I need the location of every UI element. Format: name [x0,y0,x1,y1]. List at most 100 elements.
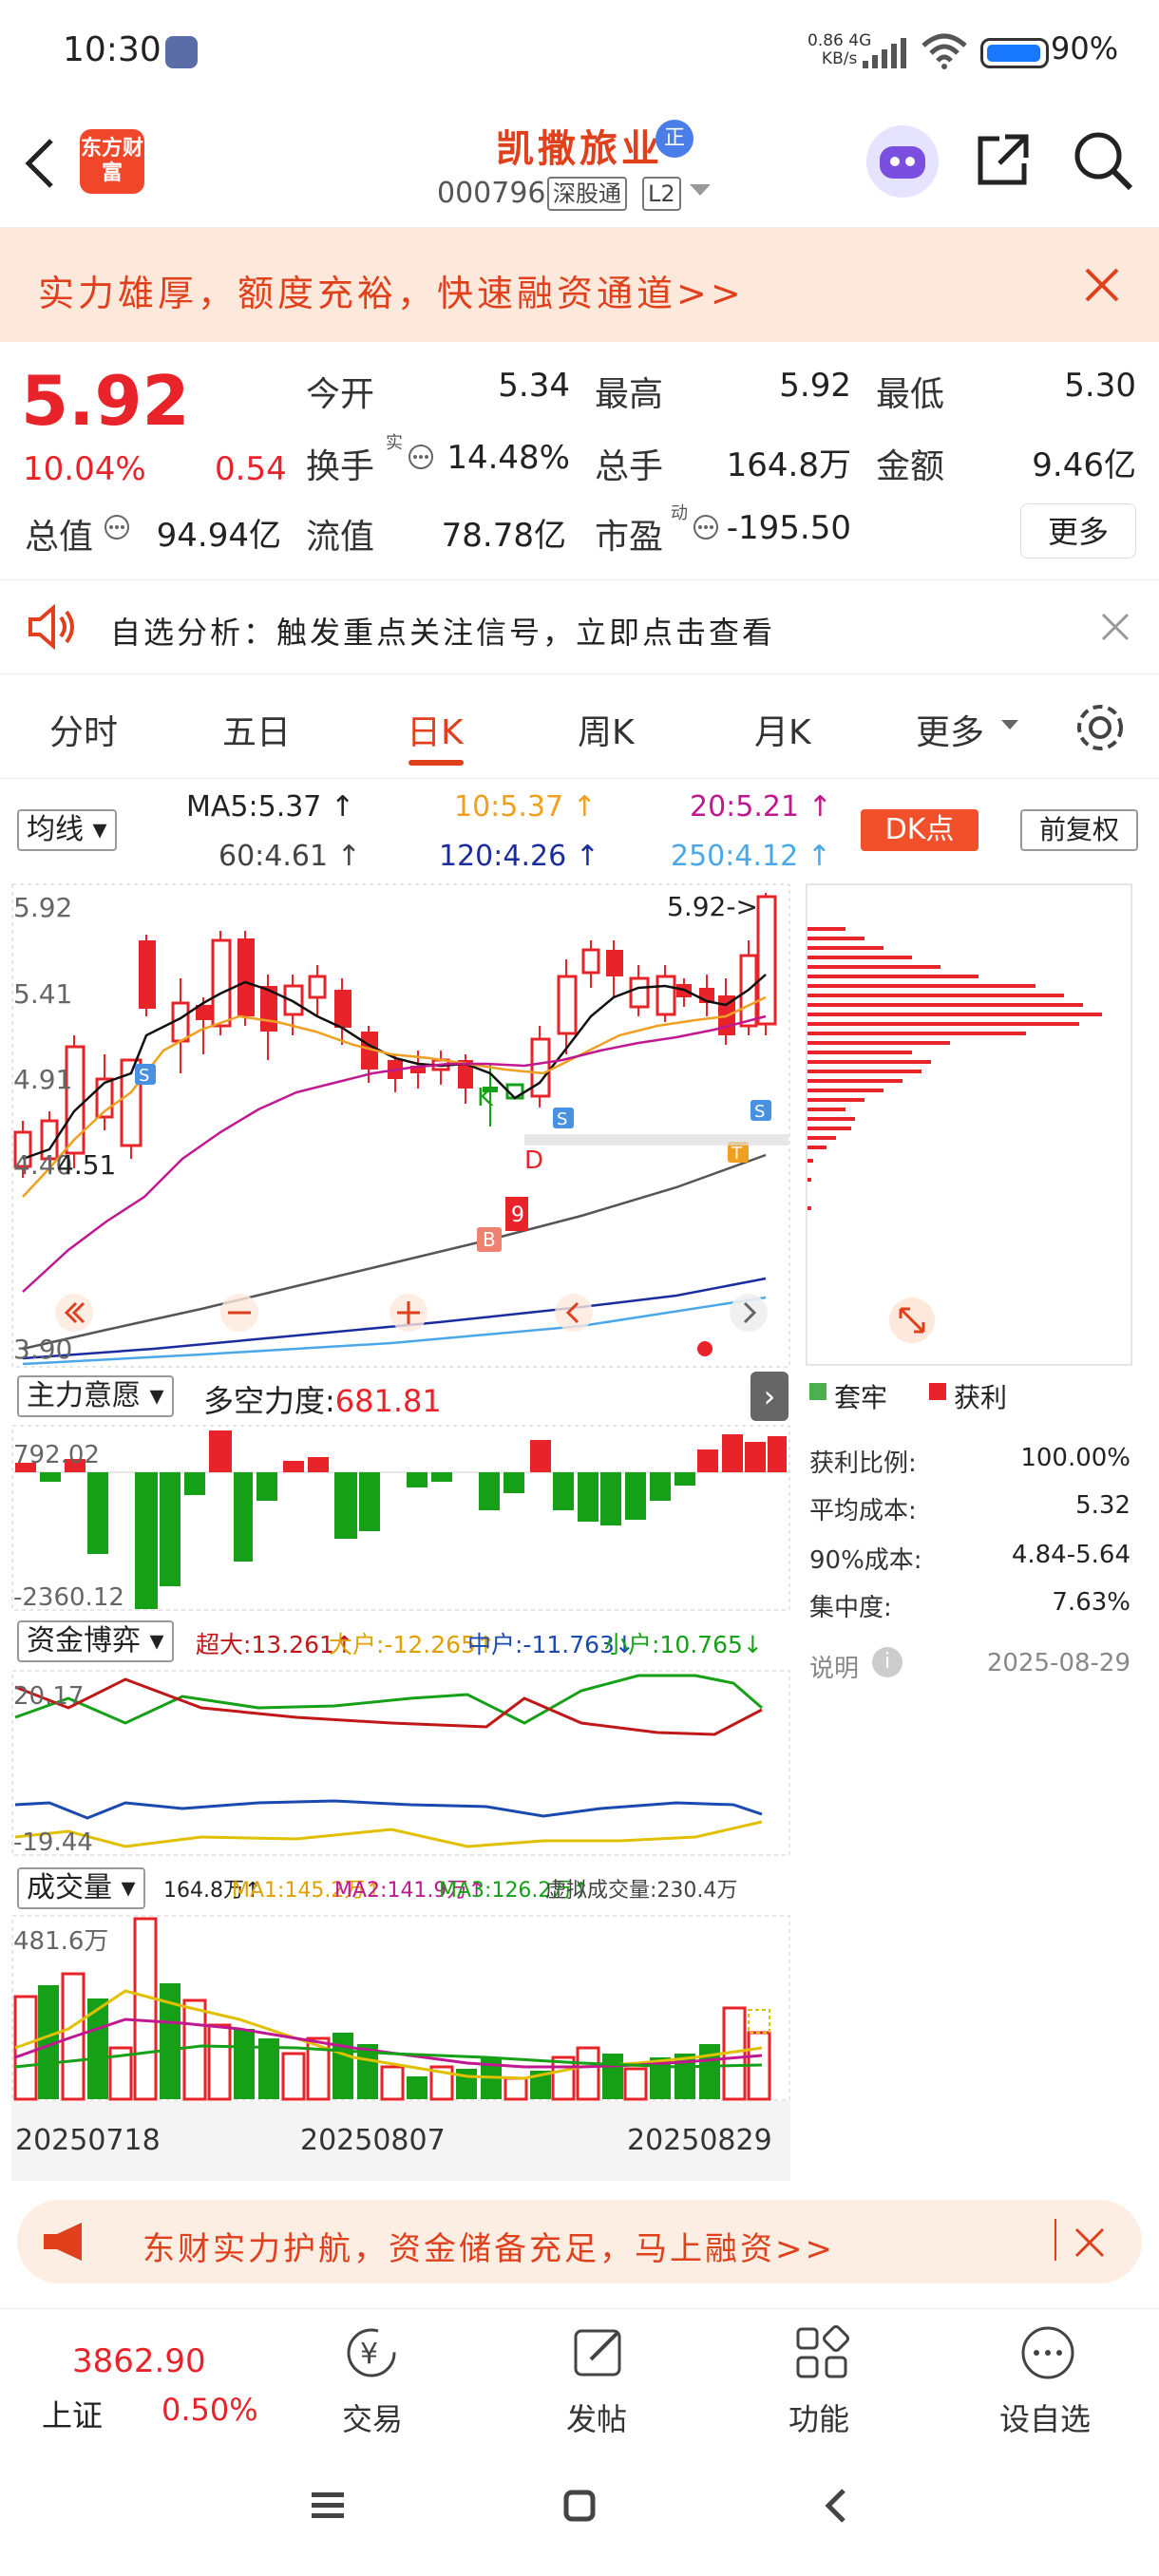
wifi-icon [922,33,967,69]
rewind-icon[interactable] [53,1292,95,1334]
profit-legend-swatch [929,1383,946,1400]
funds-chart[interactable]: 20.17 -19.44 [11,1670,790,1856]
force-chart[interactable]: 792.02 -2360.12 [11,1425,790,1611]
back-nav-icon[interactable] [821,2487,849,2525]
force-value: 681.81 [334,1383,442,1419]
pe-value: -195.50 [726,509,851,547]
more-button[interactable]: 更多 [1020,503,1136,559]
change-amount: 0.54 [215,450,287,488]
nav-post[interactable]: 发帖 [566,2396,627,2439]
volume-chart[interactable]: 481.6万 [11,1915,790,2101]
net-speed-value: 0.86 [808,31,844,50]
tab-more[interactable]: 更多 [916,705,984,754]
promo-text: 实力雄厚，额度充裕，快速融资通道>> [38,273,745,314]
promo-banner-2[interactable]: 东财实力护航，资金储备充足，马上融资>> [17,2200,1142,2283]
date-start: 20250718 [15,2124,161,2157]
post-icon[interactable] [570,2323,629,2382]
ma-selector[interactable]: 均线 ▾ [17,809,117,851]
pe-label: 市盈 [595,518,664,557]
support-band [524,1134,788,1146]
funds-axis-top: 20.17 [13,1682,84,1711]
close-icon[interactable] [1100,612,1130,642]
left-arrow-icon[interactable] [553,1292,595,1334]
ma60-value: 60:4.61 ↑ [218,840,361,873]
tag-sz-connect: 深股通 [547,177,627,211]
high-value: 5.92 [779,367,851,405]
tab-daily-k[interactable]: 日K [407,705,464,754]
zoom-in-icon[interactable] [388,1292,429,1334]
assistant-avatar[interactable] [866,125,939,198]
promo-text-2: 东财实力护航，资金储备充足，马上融资>> [142,2230,835,2268]
chip-distribution-chart[interactable] [806,883,1132,1366]
high-label: 最高 [595,375,664,414]
zoom-out-icon[interactable] [218,1292,260,1334]
volume-value: 164.8万 [726,446,851,484]
active-tab-indicator [408,760,464,766]
more-icon[interactable] [1018,2323,1077,2382]
price-axis-mid: 5.41 [13,978,72,1010]
speaker-icon [28,604,74,650]
net-speed-unit: KB/s [821,49,858,68]
dk-button[interactable]: DK点 [861,809,978,851]
tag-level2: L2 [642,177,681,211]
share-icon[interactable] [973,129,1034,190]
info-icon[interactable] [407,443,435,471]
info-icon[interactable]: i [872,1647,902,1677]
close-icon[interactable] [1083,266,1121,304]
signal-icon [863,38,906,68]
notice-bar[interactable]: 自选分析：触发重点关注信号，立即点击查看 [0,579,1159,674]
promo-banner[interactable]: 实力雄厚，额度充裕，快速融资通道>> [0,228,1159,342]
concentration-label: 集中度: [809,1594,892,1622]
stock-code: 000796 [437,177,546,210]
panel-toggle-icon[interactable]: › [750,1372,788,1421]
volume-axis-top: 481.6万 [13,1927,108,1956]
nav-function[interactable]: 功能 [788,2396,849,2439]
adjust-button[interactable]: 前复权 [1020,809,1138,851]
real-superscript: 实 [386,433,403,453]
right-arrow-icon[interactable] [728,1292,770,1334]
volume-selector[interactable]: 成交量 ▾ [17,1867,145,1909]
nav-trade[interactable]: 交易 [342,2396,403,2439]
funds-selector-label: 资金博弈 [27,1624,141,1657]
battery-percent: 90% [1051,30,1119,66]
volume-selector-label: 成交量 [27,1871,112,1904]
menu-icon[interactable] [310,2489,346,2523]
info-icon[interactable] [692,513,720,541]
alert-dot [697,1341,712,1356]
index-name[interactable]: 上证 [42,2392,103,2435]
tab-five-day[interactable]: 五日 [222,705,291,754]
cost90-value: 4.84-5.64 [1011,1541,1130,1569]
force-selector[interactable]: 主力意愿 ▾ [17,1375,174,1417]
close-icon[interactable] [1074,2226,1106,2259]
svg-text:9: 9 [511,1203,524,1227]
funds-selector[interactable]: 资金博弈 ▾ [17,1620,174,1662]
concentration-value: 7.63% [1052,1588,1130,1617]
svg-text:¥: ¥ [360,2338,378,2371]
app-notification-icon [165,36,198,68]
nav-add-watchlist[interactable]: 设自选 [999,2396,1091,2439]
search-icon[interactable] [1072,129,1134,192]
trade-icon[interactable]: ¥ [342,2323,401,2382]
date-end: 20250829 [627,2124,772,2157]
low-value: 5.30 [1064,367,1136,405]
index-value[interactable]: 3862.90 [72,2342,206,2380]
open-label: 今开 [306,375,375,414]
settings-icon[interactable] [1074,701,1127,754]
info-icon[interactable] [103,513,131,541]
megaphone-icon [44,2223,82,2261]
note-label[interactable]: 说明 [809,1649,859,1684]
chevron-down-icon [1001,720,1018,729]
notice-text: 自选分析：触发重点关注信号，立即点击查看 [110,615,776,651]
chevron-down-icon[interactable] [690,184,711,198]
function-icon[interactable] [792,2323,851,2382]
index-percent[interactable]: 0.50% [162,2392,258,2428]
trapped-legend-swatch [809,1383,826,1400]
profit-ratio-value: 100.00% [1020,1444,1130,1472]
tab-intraday[interactable]: 分时 [49,705,118,754]
home-icon[interactable] [562,2489,597,2523]
tab-weekly-k[interactable]: 周K [578,705,635,754]
tab-monthly-k[interactable]: 月K [754,705,811,754]
force-axis-bottom: -2360.12 [13,1583,124,1611]
open-value: 5.34 [498,367,570,405]
ma250-value: 250:4.12 ↑ [671,840,831,873]
